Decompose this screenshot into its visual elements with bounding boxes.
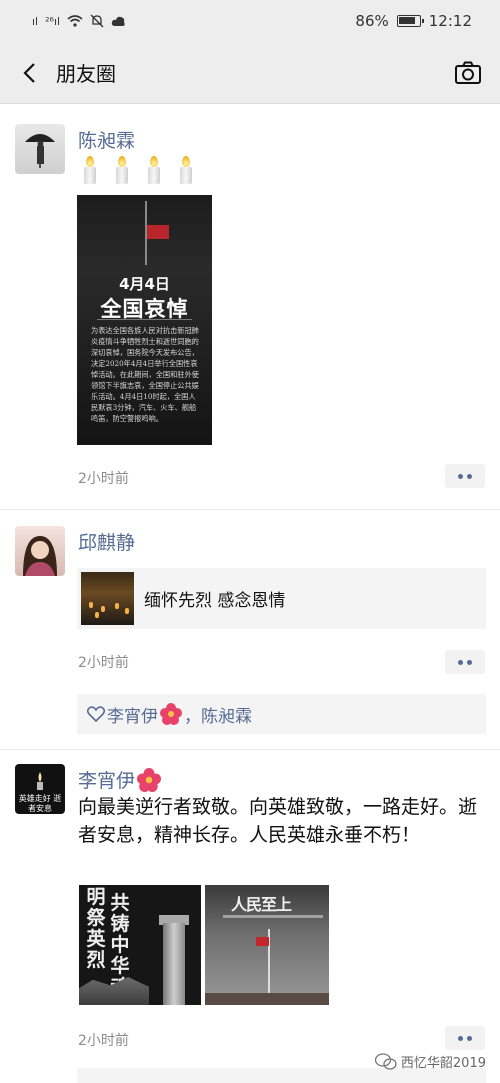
likes-bar: 李宵伊 ，陈昶霖: [77, 694, 486, 734]
shared-link-card[interactable]: 缅怀先烈 感念恩情: [77, 568, 486, 629]
image-date: 4月4日: [119, 275, 170, 293]
moment-post: [0, 104, 500, 510]
candle-icon: [146, 156, 162, 184]
nav-bar: 朋友圈: [0, 42, 500, 104]
comment-more-button[interactable]: [445, 464, 485, 488]
hibiscus-emoji-icon: [160, 703, 182, 725]
candle-icon: [178, 156, 194, 184]
candle-icon: [114, 156, 130, 184]
post-time: 2小时前: [78, 471, 129, 487]
umbrella-figure-icon: [25, 134, 55, 168]
post-image[interactable]: 4月4日 全国哀悼 为表达全国各族人民对抗击新冠肺炎疫情斗争牺牲烈士和逝世同胞的…: [77, 195, 212, 445]
liker-name[interactable]: 李宵伊: [107, 702, 158, 727]
battery-percent: 86%: [355, 12, 389, 30]
candle-emoji-row: [82, 156, 194, 184]
author-name[interactable]: 陈昶霖: [78, 126, 135, 153]
hibiscus-emoji-icon: [137, 767, 162, 792]
photo-subtitle-line: [223, 915, 323, 918]
author-name[interactable]: 李宵伊: [78, 766, 163, 793]
mute-bell-icon: [90, 14, 104, 28]
camera-icon[interactable]: [454, 61, 482, 85]
author-name-text: 李宵伊: [78, 770, 136, 792]
status-icons-left: ıl ²⁶ıl: [32, 14, 126, 28]
divider: [97, 319, 192, 320]
wifi-icon: [67, 15, 83, 27]
watermark: 西忆华韶2019: [374, 1052, 486, 1071]
author-name[interactable]: 邱麒静: [78, 528, 135, 555]
signal-2g-icon: ²⁶ıl: [45, 14, 61, 28]
image-body-text: 为表达全国各族人民对抗击新冠肺炎疫情斗争牺牲烈士和逝世同胞的深切哀悼，国务院今天…: [91, 326, 199, 423]
cloud-icon: [111, 16, 125, 26]
battery-icon: [396, 15, 424, 27]
post-time: 2小时前: [78, 1033, 129, 1049]
link-thumbnail: [81, 572, 134, 625]
comment-more-button[interactable]: [445, 650, 485, 674]
status-icons-right: 86% 12:12: [355, 12, 472, 30]
post-time: 2小时前: [78, 655, 129, 671]
dot-icon: [458, 473, 463, 479]
flag: [256, 937, 269, 946]
post-text: 向最美逆行者致敬。向英雄致敬，一路走好。逝者安息，精神长存。人民英雄永垂不朽！: [78, 796, 478, 846]
dot-icon: [458, 659, 463, 665]
avatar[interactable]: [15, 124, 65, 174]
post-photo[interactable]: 明祭英烈 共铸中华魂: [79, 885, 201, 1005]
signal-icon: ıl: [32, 14, 39, 28]
page-title: 朋友圈: [56, 62, 116, 86]
avatar[interactable]: 英雄走好 逝者安息: [15, 764, 65, 814]
link-title: 缅怀先烈 感念恩情: [144, 591, 286, 611]
candle-icon: [82, 156, 98, 184]
clock: 12:12: [428, 12, 472, 30]
photo-title: 人民至上: [231, 895, 292, 914]
post-photo[interactable]: 人民至上: [205, 885, 329, 1005]
wechat-logo-icon: [374, 1052, 397, 1070]
liker-name[interactable]: ，陈昶霖: [184, 702, 252, 727]
watermark-text: 西忆华韶2019: [400, 1056, 486, 1071]
photo-caption-left: 明祭英烈: [86, 886, 106, 971]
portrait-icon: [23, 536, 57, 576]
back-arrow-icon[interactable]: [18, 62, 40, 84]
avatar-caption: 英雄走好 逝者安息: [18, 794, 62, 813]
status-bar: ıl ²⁶ıl 86% 12:12: [0, 0, 500, 42]
heart-icon: [87, 706, 105, 722]
dot-icon: [458, 1035, 463, 1041]
monument: [163, 923, 185, 1005]
ground: [205, 993, 329, 1005]
comment-more-button[interactable]: [445, 1026, 485, 1050]
dot-icon: [467, 1035, 472, 1041]
flag: [147, 225, 169, 239]
dot-icon: [467, 659, 472, 665]
dot-icon: [467, 473, 472, 479]
avatar[interactable]: [15, 526, 65, 576]
